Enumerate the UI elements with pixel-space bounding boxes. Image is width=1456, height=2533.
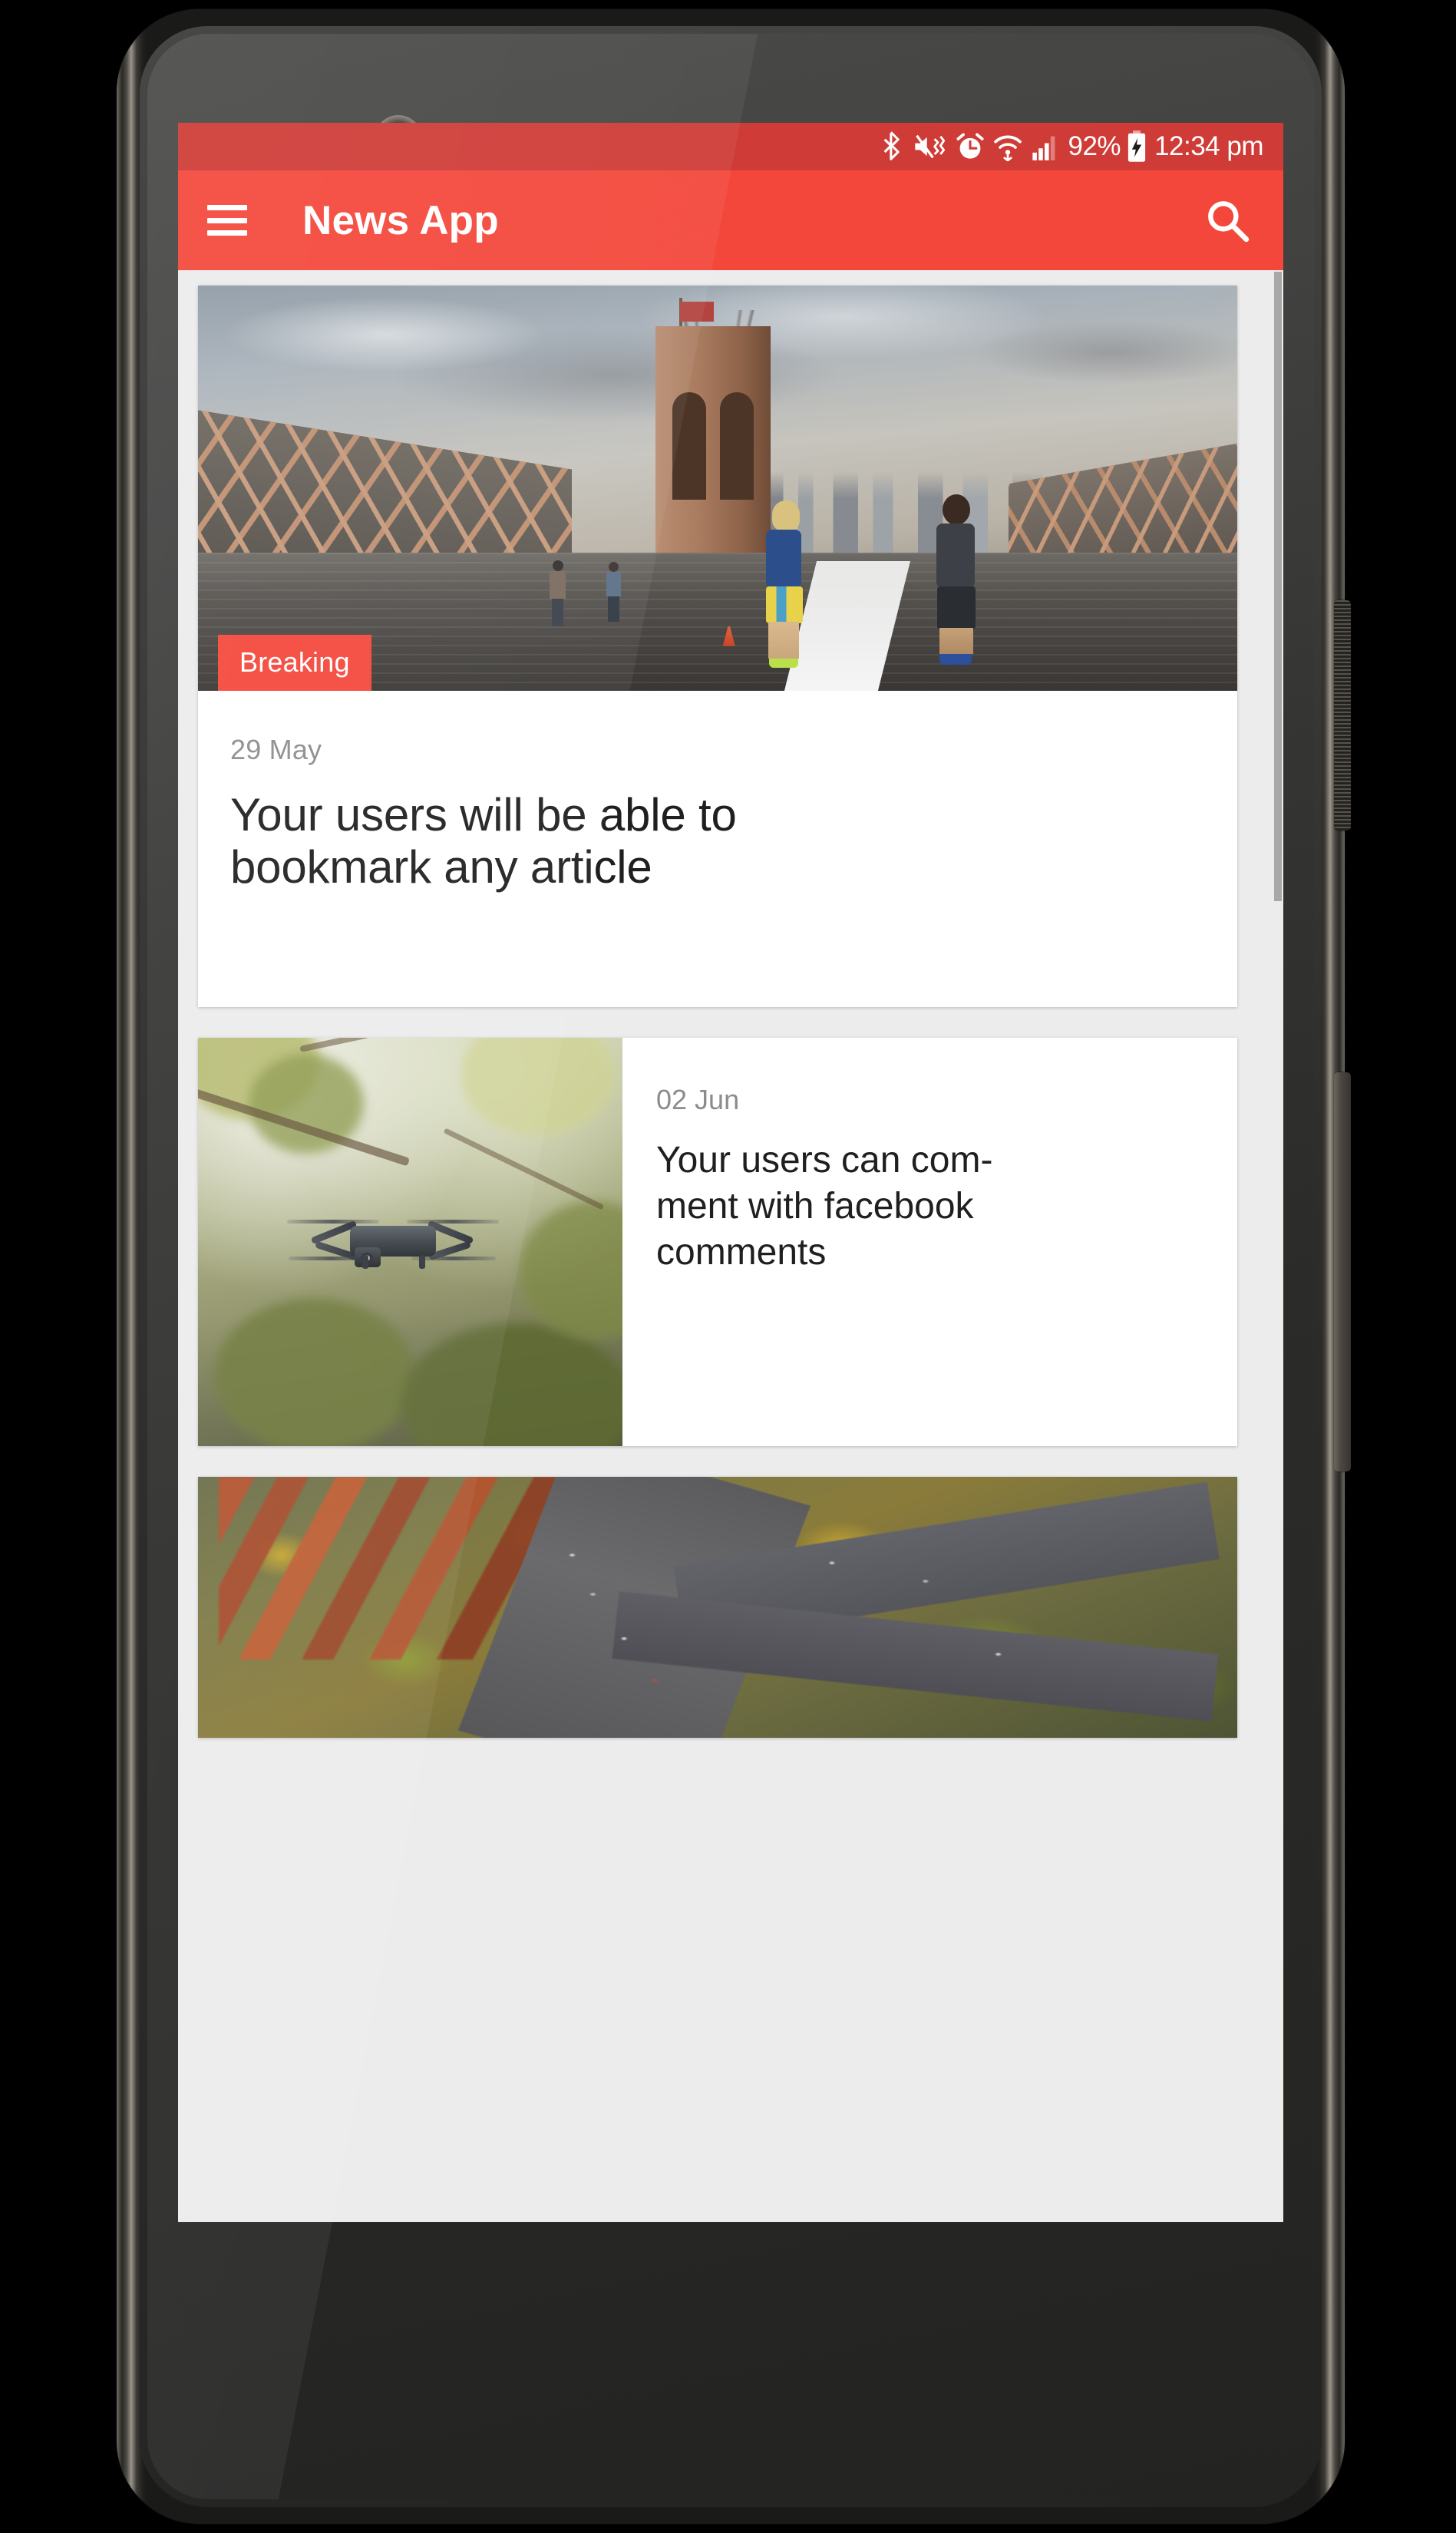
- power-button[interactable]: [1334, 600, 1351, 831]
- cell-signal-icon: [1032, 136, 1055, 160]
- phone-screen: 92% 12:34 pm News App Breaking 29 May Yo…: [178, 123, 1283, 2222]
- battery-percentage: 92%: [1068, 131, 1121, 161]
- article-title-line-2: ment with facebook: [656, 1186, 974, 1227]
- page-title: News App: [302, 197, 499, 243]
- alarm-clock-icon: [956, 133, 984, 159]
- article-title: Your users will be able to bookmark any …: [230, 789, 1205, 894]
- article-body: 02 Jun Your users can com- ment with fac…: [622, 1038, 1237, 1446]
- article-body: 29 May Your users will be able to bookma…: [198, 691, 1237, 894]
- status-bar-icons: [881, 131, 1058, 162]
- article-title-line-1: Your users will be able to: [230, 789, 737, 840]
- article-card-partial[interactable]: [198, 1477, 1237, 1738]
- volume-rocker-button[interactable]: [1334, 1072, 1351, 1471]
- hamburger-menu-icon[interactable]: [207, 205, 247, 236]
- status-bar: 92% 12:34 pm: [178, 123, 1283, 170]
- status-bar-clock: 12:34 pm: [1154, 131, 1263, 161]
- search-icon[interactable]: [1200, 193, 1254, 247]
- drone-object: [286, 1214, 499, 1269]
- article-card-hero[interactable]: Breaking 29 May Your users will be able …: [198, 286, 1237, 1007]
- phone-device: 92% 12:34 pm News App Breaking 29 May Yo…: [117, 9, 1351, 2524]
- bluetooth-icon: [883, 131, 900, 160]
- article-title-line-3: comments: [656, 1232, 827, 1273]
- wifi-icon: [993, 135, 1022, 161]
- status-badge: Breaking: [218, 635, 371, 691]
- article-title-line-1: Your users can com-: [656, 1140, 993, 1181]
- article-date: 29 May: [230, 734, 322, 765]
- app-bar: News App: [178, 170, 1283, 270]
- charging-battery-icon: [1127, 130, 1146, 162]
- vertical-scrollbar[interactable]: [1274, 270, 1283, 2222]
- mute-vibrate-icon: [914, 134, 945, 159]
- article-card-row[interactable]: 02 Jun Your users can com- ment with fac…: [198, 1038, 1237, 1446]
- article-title-line-2: bookmark any article: [230, 841, 652, 893]
- article-image-highway: [198, 1477, 1237, 1738]
- scrollbar-thumb[interactable]: [1274, 272, 1282, 901]
- article-image-drone: [198, 1038, 622, 1446]
- article-date: 02 Jun: [656, 1084, 740, 1115]
- article-title: Your users can com- ment with facebook c…: [656, 1138, 1203, 1276]
- article-feed[interactable]: Breaking 29 May Your users will be able …: [178, 270, 1283, 2222]
- article-image-joggers: Breaking: [198, 286, 1237, 691]
- phone-body: 92% 12:34 pm News App Breaking 29 May Yo…: [117, 9, 1351, 2524]
